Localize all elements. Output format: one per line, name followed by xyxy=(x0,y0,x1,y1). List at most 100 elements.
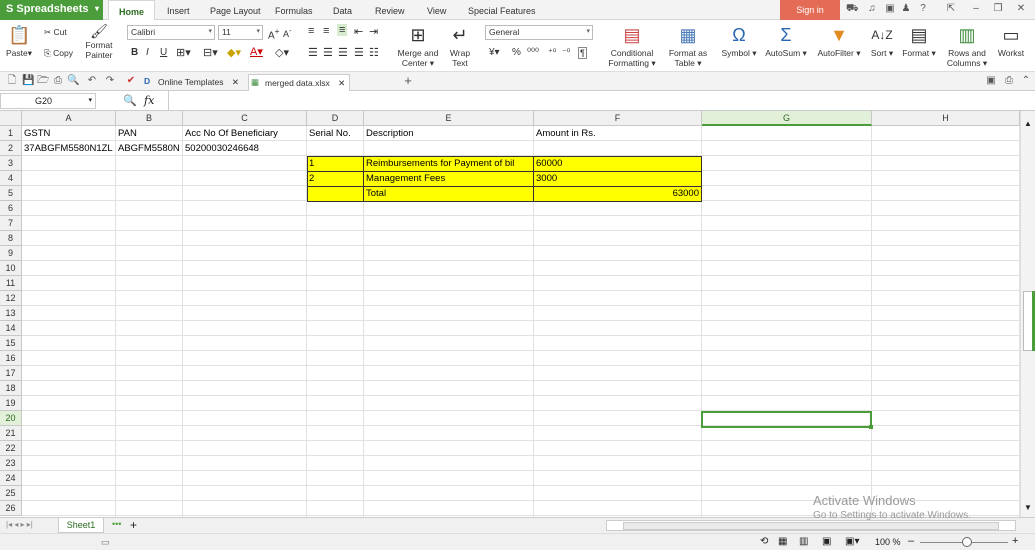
refresh-icon[interactable]: ⟲ xyxy=(760,536,768,547)
vertical-scrollbar[interactable]: ▲ ▼ xyxy=(1020,111,1035,517)
align-center-icon[interactable]: ☰ xyxy=(323,46,333,59)
row-header[interactable]: 13 xyxy=(0,306,22,321)
row-header[interactable]: 8 xyxy=(0,231,22,246)
currency-icon[interactable]: ¥▾ xyxy=(489,47,500,58)
selected-cell-g20[interactable] xyxy=(701,411,872,428)
minimize-icon[interactable]: – xyxy=(970,3,982,15)
column-header[interactable]: E xyxy=(364,111,534,126)
format-painter-button[interactable]: 🖌 Format Painter xyxy=(81,24,117,60)
row-header[interactable]: 21 xyxy=(0,426,22,441)
font-color-icon[interactable]: A▾ xyxy=(250,45,263,58)
indent-increase-icon[interactable]: ⇥ xyxy=(369,25,378,38)
cell-f5[interactable]: 63000 xyxy=(534,186,701,201)
copy-button[interactable]: ⎘ Copy xyxy=(44,48,73,59)
row-header[interactable]: 10 xyxy=(0,261,22,276)
indent-decrease-icon[interactable]: ⇤ xyxy=(354,25,363,38)
cell-b2[interactable]: ABGFM5580N xyxy=(116,141,183,156)
row-header[interactable]: 2 xyxy=(0,141,22,156)
cell-e5[interactable]: Total xyxy=(364,186,533,201)
row-header[interactable]: 25 xyxy=(0,486,22,501)
formula-input[interactable] xyxy=(168,91,1035,111)
reading-icon[interactable]: ▣▾ xyxy=(845,536,859,547)
more-sheets-icon[interactable]: ••• xyxy=(112,519,121,529)
add-tab-icon[interactable]: + xyxy=(402,74,414,87)
symbol-button[interactable]: Ω Symbol ▾ xyxy=(718,24,760,58)
row-header[interactable]: 9 xyxy=(0,246,22,261)
column-header[interactable]: D xyxy=(307,111,364,126)
cell-e3[interactable]: Reimbursements for Payment of bil xyxy=(364,156,533,171)
align-middle-icon[interactable]: ≡ xyxy=(323,25,329,37)
font-name-select[interactable]: Calibri ▾ xyxy=(127,25,215,40)
wrap-text-button[interactable]: ↵ Wrap Text xyxy=(446,24,474,68)
cell-d1[interactable]: Serial No. xyxy=(307,126,364,141)
column-header[interactable]: C xyxy=(183,111,307,126)
fill-color-icon[interactable]: ◆▾ xyxy=(227,46,241,59)
pin-icon[interactable]: ✔ xyxy=(125,75,137,87)
shirt-icon[interactable]: ♟ xyxy=(900,3,912,15)
add-sheet-icon[interactable]: + xyxy=(130,518,137,532)
h-scroll-thumb[interactable] xyxy=(623,522,999,530)
row-header[interactable]: 5 xyxy=(0,186,22,201)
bold-button[interactable]: B xyxy=(131,47,138,58)
row-header[interactable]: 24 xyxy=(0,471,22,486)
undo-icon[interactable]: ↶ xyxy=(86,75,98,87)
row-header[interactable]: 1 xyxy=(0,126,22,141)
row-header[interactable]: 6 xyxy=(0,201,22,216)
row-header[interactable]: 20 xyxy=(0,411,22,426)
row-header[interactable]: 16 xyxy=(0,351,22,366)
number-format-select[interactable]: General ▾ xyxy=(485,25,593,40)
row-header[interactable]: 22 xyxy=(0,441,22,456)
print-icon[interactable]: ⎙ xyxy=(52,75,64,87)
row-header[interactable]: 26 xyxy=(0,501,22,516)
cell-a1[interactable]: GSTN xyxy=(22,126,116,141)
sidebar-icon[interactable]: ▣ xyxy=(985,75,997,87)
page-break-view-icon[interactable]: ▣ xyxy=(822,536,831,547)
column-header[interactable]: A xyxy=(22,111,116,126)
preview-icon[interactable]: 🔍 xyxy=(67,75,79,87)
increase-font-icon[interactable]: A+ xyxy=(268,26,280,41)
tab-insert[interactable]: Insert xyxy=(167,0,190,20)
maximize-icon[interactable]: ❐ xyxy=(992,3,1004,15)
close-icon[interactable]: ✕ xyxy=(232,77,239,87)
thousands-icon[interactable]: ⁰⁰⁰ xyxy=(527,47,539,58)
cell-e1[interactable]: Description xyxy=(364,126,534,141)
borders-icon[interactable]: ⊞▾ xyxy=(176,46,191,59)
cell-f4[interactable]: 3000 xyxy=(534,171,702,186)
sheet-tab[interactable]: Sheet1 xyxy=(58,518,104,533)
row-header[interactable]: 12 xyxy=(0,291,22,306)
merge-small-icon[interactable]: ⊟▾ xyxy=(203,46,218,59)
collapse-icon[interactable]: ⌃ xyxy=(1020,75,1032,87)
save-icon[interactable]: 💾 xyxy=(22,75,34,87)
row-header[interactable]: 18 xyxy=(0,381,22,396)
zoom-in-icon[interactable]: + xyxy=(1012,535,1018,547)
cart-icon[interactable]: ⛟ xyxy=(846,3,859,15)
align-left-icon[interactable]: ☰ xyxy=(308,46,318,59)
row-header[interactable]: 11 xyxy=(0,276,22,291)
row-header[interactable]: 3 xyxy=(0,156,22,171)
cell-f1[interactable]: Amount in Rs. xyxy=(534,126,702,141)
rows-columns-button[interactable]: ▥ Rows and Columns ▾ xyxy=(944,24,990,68)
normal-view-icon[interactable]: ▦ xyxy=(778,536,787,547)
worksheet-button[interactable]: ▭ Workst xyxy=(994,24,1028,58)
tab-page-layout[interactable]: Page Layout xyxy=(210,0,261,20)
underline-button[interactable]: U xyxy=(160,47,167,58)
sort-button[interactable]: A↓Z Sort ▾ xyxy=(868,24,896,58)
column-header[interactable]: F xyxy=(534,111,702,126)
cell-e4[interactable]: Management Fees xyxy=(364,171,533,186)
row-header[interactable]: 17 xyxy=(0,366,22,381)
tab-view[interactable]: View xyxy=(427,0,446,20)
spreadsheet-grid[interactable]: A B C D E F G H 1 2 3 4 5 6 7 8 9 10 11 12 13 14 15 16 1… xyxy=(0,111,1020,517)
zoom-search-icon[interactable]: 🔍 xyxy=(123,94,137,107)
help-icon[interactable]: ? xyxy=(917,3,929,15)
clear-format-icon[interactable]: ◇▾ xyxy=(275,46,289,59)
bell-icon[interactable]: ♫ xyxy=(866,3,878,15)
new-file-icon[interactable]: 🗋 xyxy=(6,75,18,87)
distributed-icon[interactable]: ☷ xyxy=(369,46,379,59)
column-header-selected[interactable]: G xyxy=(702,111,872,126)
redo-icon[interactable]: ↷ xyxy=(104,75,116,87)
cell-c2[interactable]: 50200030246648 xyxy=(183,141,307,156)
column-header[interactable]: H xyxy=(872,111,1020,126)
fill-handle[interactable] xyxy=(869,425,873,429)
tab-merged-data[interactable]: ▦ merged data.xlsx ✕ xyxy=(248,74,351,91)
cell-f3[interactable]: 60000 xyxy=(534,156,702,171)
